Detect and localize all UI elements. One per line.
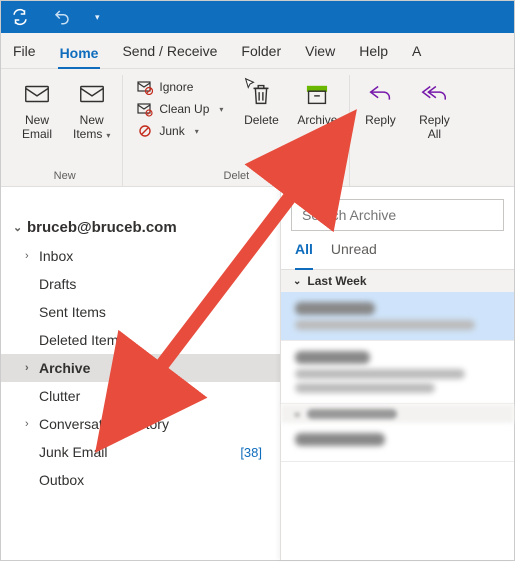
chevron-down-icon: ▾ [106, 131, 110, 140]
undo-icon[interactable] [53, 8, 71, 26]
folder-pane: ⌄ bruceb@bruceb.com ›Inbox Drafts Sent I… [1, 187, 281, 560]
tab-folder[interactable]: Folder [239, 39, 283, 63]
new-items-label: New Items [73, 113, 104, 141]
junk-button[interactable]: Junk ▾ [133, 121, 227, 141]
sendreceive-icon[interactable] [11, 8, 29, 26]
account-name: bruceb@bruceb.com [27, 219, 177, 236]
ribbon: New Email New Items▾ New Ignore Clean Up… [1, 69, 514, 187]
chevron-right-icon: › [25, 250, 35, 262]
chevron-down-icon: ▾ [219, 105, 223, 114]
message-item[interactable] [281, 341, 514, 404]
chevron-down-icon: ▾ [195, 127, 199, 136]
folder-archive[interactable]: ›Archive [1, 354, 280, 382]
account-header[interactable]: ⌄ bruceb@bruceb.com [1, 215, 280, 242]
message-subject-blurred [295, 369, 465, 379]
reply-all-button[interactable]: Reply All [410, 75, 458, 168]
folder-outbox[interactable]: Outbox [1, 466, 280, 494]
chevron-right-icon: › [25, 362, 35, 374]
new-email-label: New Email [22, 113, 52, 142]
delete-button[interactable]: Delete [237, 75, 285, 168]
message-item[interactable] [281, 292, 514, 341]
folder-inbox[interactable]: ›Inbox [1, 242, 280, 270]
new-items-button[interactable]: New Items▾ [67, 75, 116, 168]
reply-button[interactable]: Reply [356, 75, 404, 168]
ribbon-group-respond: Reply Reply All [350, 75, 464, 186]
ribbon-group-delete-label: Delet [129, 168, 343, 186]
chevron-right-icon: › [25, 418, 35, 430]
filter-tabs: All Unread [281, 231, 514, 270]
chevron-down-icon: ⌄ [13, 221, 23, 234]
filter-unread[interactable]: Unread [331, 241, 377, 263]
message-subject-blurred [295, 320, 475, 330]
tab-file[interactable]: File [11, 39, 38, 63]
ribbon-tabs: File Home Send / Receive Folder View Hel… [1, 33, 514, 69]
ribbon-group-new: New Email New Items▾ New [7, 75, 123, 186]
ignore-label: Ignore [159, 80, 193, 94]
tab-sendreceive[interactable]: Send / Receive [120, 39, 219, 63]
ignore-button[interactable]: Ignore [133, 77, 227, 97]
qat-dropdown-icon[interactable]: ▾ [95, 12, 100, 23]
message-preview-blurred [295, 383, 435, 393]
ribbon-group-respond-label [356, 168, 458, 186]
tab-view[interactable]: View [303, 39, 337, 63]
cursor-icon [243, 77, 257, 91]
delete-label: Delete [244, 113, 279, 127]
new-email-button[interactable]: New Email [13, 75, 61, 168]
junk-count: [38] [240, 445, 268, 460]
message-item[interactable] [281, 423, 514, 462]
message-sender-blurred [295, 302, 375, 315]
cleanup-button[interactable]: Clean Up ▾ [133, 99, 227, 119]
archive-label: Archive [297, 113, 337, 127]
folder-junk[interactable]: Junk Email[38] [1, 438, 280, 466]
group-header-blurred[interactable]: ⌄ [281, 404, 514, 423]
ribbon-group-new-label: New [13, 168, 116, 186]
ribbon-group-delete: Ignore Clean Up ▾ Junk ▾ Delete [123, 75, 350, 186]
tab-help[interactable]: Help [357, 39, 390, 63]
reply-all-label: Reply All [419, 113, 450, 142]
quick-access-toolbar: ▾ [1, 1, 514, 33]
workspace: ⌄ bruceb@bruceb.com ›Inbox Drafts Sent I… [1, 187, 514, 560]
folder-sent[interactable]: Sent Items [1, 298, 280, 326]
folder-conversation-history[interactable]: ›Conversation History [1, 410, 280, 438]
search-box[interactable] [291, 199, 504, 231]
cleanup-label: Clean Up [159, 102, 209, 116]
tab-home[interactable]: Home [58, 41, 101, 69]
archive-button[interactable]: Archive [291, 75, 343, 168]
folder-deleted[interactable]: Deleted Items [1, 326, 280, 354]
reply-label: Reply [365, 113, 396, 127]
chevron-down-icon: ⌄ [293, 276, 301, 287]
tab-account-partial[interactable]: A [410, 39, 423, 63]
junk-label: Junk [159, 124, 184, 138]
message-list-pane: All Unread ⌄ Last Week ⌄ [280, 187, 514, 560]
folder-clutter[interactable]: Clutter [1, 382, 280, 410]
message-sender-blurred [295, 351, 370, 364]
group-header-lastweek[interactable]: ⌄ Last Week [281, 270, 514, 292]
filter-all[interactable]: All [295, 241, 313, 270]
search-input[interactable] [291, 199, 504, 231]
message-sender-blurred [295, 433, 385, 446]
folder-drafts[interactable]: Drafts [1, 270, 280, 298]
